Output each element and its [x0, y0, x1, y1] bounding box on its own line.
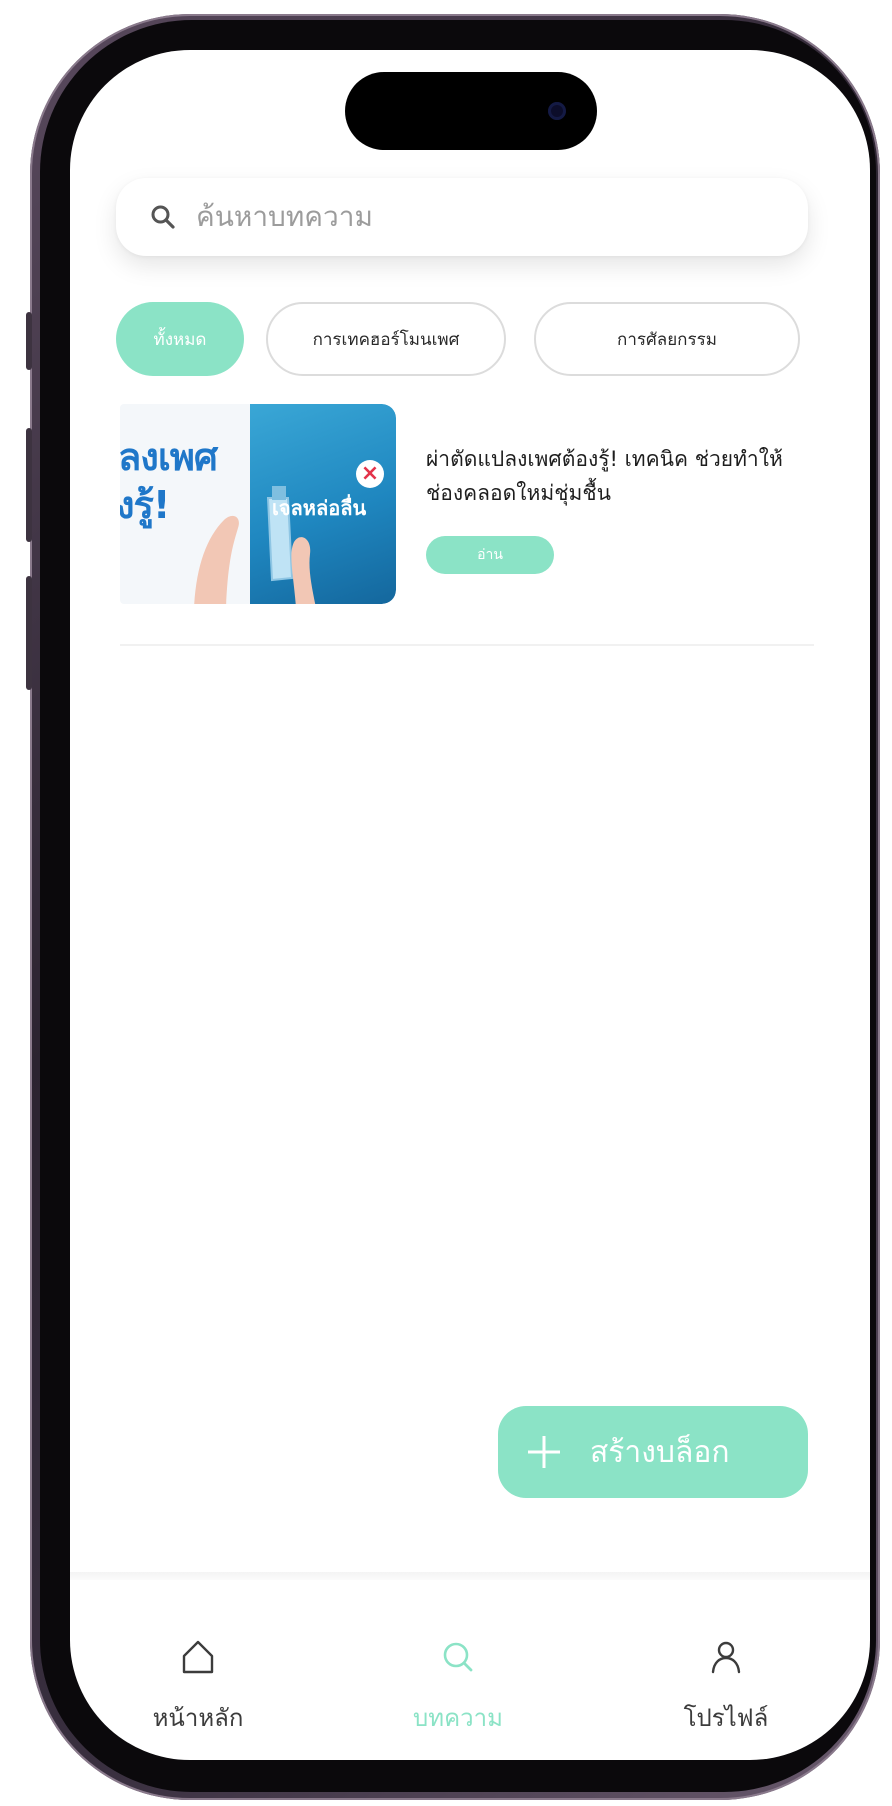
nav-label-profile: โปรไฟล์ [683, 1704, 769, 1732]
camera-icon [548, 102, 566, 120]
home-icon [182, 1640, 214, 1674]
card-divider [120, 644, 814, 646]
volume-up-button [26, 428, 32, 542]
category-chip-all[interactable]: ทั้งหมด [116, 302, 244, 376]
category-chip-hormone[interactable]: การเทคฮอร์โมนเพศ [266, 302, 506, 376]
profile-icon [711, 1641, 741, 1674]
create-blog-button[interactable]: สร้างบล็อก [498, 1406, 808, 1498]
search-input[interactable]: ค้นหาบทความ [196, 195, 373, 239]
silent-switch [26, 312, 32, 370]
search-icon [151, 205, 175, 229]
app-screenshot: ค้นหาบทความ ทั้งหมด การเทคฮอร์โมนเพศ การ… [0, 0, 892, 1806]
thumbnail-caption: เจลหล่อลื่น [272, 496, 367, 520]
nav-item-profile[interactable]: โปรไฟล์ [646, 1638, 806, 1737]
create-blog-label: สร้างบล็อก [590, 1434, 730, 1470]
nav-label-home: หน้าหลัก [152, 1704, 244, 1732]
bottom-nav-divider [70, 1572, 870, 1580]
thumbnail-headline-2: งรู้! [120, 483, 170, 527]
nav-item-home[interactable]: หน้าหลัก [118, 1638, 278, 1737]
search-icon [443, 1642, 473, 1672]
volume-down-button [26, 576, 32, 690]
search-bar[interactable]: ค้นหาบทความ [116, 178, 808, 256]
article-title[interactable]: ผ่าตัดแปลงเพศต้องรู้! เทคนิค ช่วยทำให้ช่… [426, 442, 786, 510]
close-circle-icon: × [356, 460, 384, 488]
nav-item-articles[interactable]: บทความ [378, 1638, 538, 1737]
category-chip-surgery[interactable]: การศัลยกรรม [534, 302, 800, 376]
plus-icon [528, 1436, 560, 1468]
article-thumbnail[interactable]: ลงเพศ งรู้! × เจลหล่อลื่น [120, 404, 396, 604]
nav-label-articles: บทความ [413, 1704, 503, 1732]
read-button[interactable]: อ่าน [426, 536, 554, 574]
